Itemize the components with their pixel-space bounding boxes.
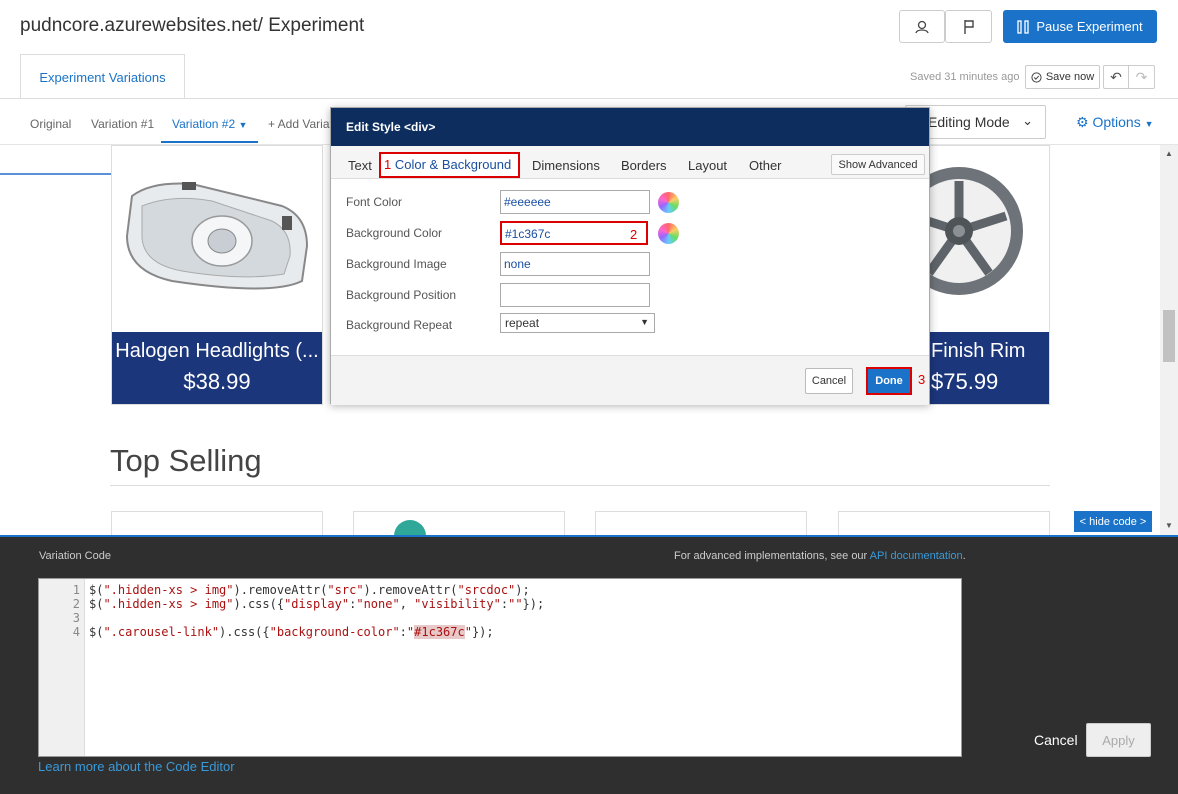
color-picker-icon[interactable] <box>658 223 679 244</box>
hide-code-button[interactable]: < hide code > <box>1074 511 1152 532</box>
variation-code-label: Variation Code <box>39 550 111 562</box>
line-number: 2 <box>72 597 80 611</box>
font-color-input[interactable]: #eeeeee <box>500 190 650 214</box>
selected-element-outline <box>0 145 118 175</box>
pause-experiment-button[interactable]: Pause Experiment <box>1003 10 1157 43</box>
flag-icon <box>963 19 974 34</box>
background-image-input[interactable]: none <box>500 252 650 276</box>
background-image-label: Background Image <box>346 257 447 271</box>
caret-down-icon: ▼ <box>640 317 649 327</box>
chevron-down-icon: ⌄ <box>1022 113 1033 128</box>
redo-icon: ↷ <box>1135 68 1148 85</box>
page-title: pudncore.azurewebsites.net/ Experiment <box>20 15 365 36</box>
show-advanced-button[interactable]: Show Advanced <box>831 154 925 175</box>
background-color-input[interactable]: #1c367c <box>500 221 648 245</box>
api-documentation-link[interactable]: API documentation <box>870 550 963 562</box>
tab-dimensions[interactable]: Dimensions <box>532 158 600 173</box>
tab-other[interactable]: Other <box>749 158 782 173</box>
product-band: Halogen Headlights (... $38.99 <box>112 332 322 404</box>
font-color-label: Font Color <box>346 195 403 209</box>
code-editor[interactable]: 1 2 3 4 $(".hidden-xs > img").removeAttr… <box>38 578 962 757</box>
options-label: Options <box>1092 114 1141 130</box>
tab-variation-1[interactable]: Variation #1 <box>91 117 154 131</box>
section-title: Top Selling <box>110 443 262 478</box>
code-line: $(".hidden-xs > img").css({"display":"no… <box>89 597 545 611</box>
learn-more-link[interactable]: Learn more about the Code Editor <box>38 759 235 774</box>
background-position-input[interactable] <box>500 283 650 307</box>
product-card[interactable] <box>838 511 1050 535</box>
collaborators-button[interactable] <box>899 10 945 43</box>
modal-footer: Cancel Done 3 <box>331 355 929 405</box>
api-note-suffix: . <box>962 550 966 562</box>
api-note: For advanced implementations, see our AP… <box>674 550 966 562</box>
tab-text[interactable]: Text <box>348 158 372 173</box>
caret-down-icon: ▼ <box>238 120 248 130</box>
save-now-button[interactable]: Save now <box>1025 65 1100 89</box>
tab-color-background[interactable]: 1 Color & Background <box>379 152 520 178</box>
line-number: 4 <box>72 625 80 639</box>
undo-icon: ↶ <box>1110 68 1122 85</box>
pause-icon <box>1017 19 1030 34</box>
product-card[interactable] <box>353 511 565 535</box>
background-repeat-label: Background Repeat <box>346 318 453 332</box>
saved-status: Saved 31 minutes ago <box>910 71 1020 83</box>
scroll-up-icon[interactable]: ▲ <box>1165 149 1173 158</box>
tab-experiment-variations[interactable]: Experiment Variations <box>20 54 185 99</box>
scrollbar-thumb[interactable] <box>1163 310 1175 362</box>
product-name: Halogen Headlights (... <box>115 340 319 362</box>
redo-button[interactable]: ↷ <box>1128 65 1155 89</box>
annotation-number: 3 <box>918 372 926 387</box>
line-number-gutter: 1 2 3 4 <box>39 579 85 756</box>
product-price: $38.99 <box>183 369 251 394</box>
code-panel: Variation Code For advanced implementati… <box>0 535 1178 794</box>
tab-color-background-label: Color & Background <box>394 157 512 172</box>
product-image <box>394 520 426 535</box>
headlight-image <box>125 182 309 290</box>
tab-variation-2-label: Variation #2 <box>172 117 236 131</box>
tab-original[interactable]: Original <box>30 117 71 131</box>
code-line: $(".hidden-xs > img").removeAttr("src").… <box>89 583 530 597</box>
background-repeat-select[interactable]: repeat ▼ <box>500 313 655 333</box>
edit-style-modal: Edit Style <div> Text 1 Color & Backgrou… <box>330 107 930 405</box>
save-now-label: Save now <box>1045 71 1095 83</box>
product-card[interactable]: Halogen Headlights (... $38.99 <box>111 145 323 405</box>
background-color-label: Background Color <box>346 226 443 240</box>
undo-button[interactable]: ↶ <box>1103 65 1129 89</box>
gear-icon: ⚙ <box>1076 114 1089 130</box>
tab-borders[interactable]: Borders <box>621 158 667 173</box>
modal-cancel-button[interactable]: Cancel <box>805 368 853 394</box>
annotation-number: 2 <box>630 227 638 242</box>
tab-layout[interactable]: Layout <box>688 158 727 173</box>
modal-title: Edit Style <div> <box>331 108 929 146</box>
apply-button[interactable]: Apply <box>1086 723 1151 757</box>
background-repeat-value: repeat <box>505 316 540 330</box>
code-cancel-button[interactable]: Cancel <box>1034 732 1078 748</box>
product-card[interactable] <box>595 511 807 535</box>
scroll-down-icon[interactable]: ▼ <box>1165 521 1173 530</box>
code-line: $(".carousel-link").css({"background-col… <box>89 625 494 639</box>
product-card[interactable] <box>111 511 323 535</box>
check-circle-icon <box>1031 71 1042 83</box>
users-icon <box>915 20 929 33</box>
active-tab-indicator <box>161 141 258 143</box>
done-button[interactable]: Done <box>866 367 912 395</box>
color-picker-icon[interactable] <box>658 192 679 213</box>
editing-mode-label: Editing Mode <box>928 114 1010 130</box>
goals-button[interactable] <box>945 10 992 43</box>
page-scrollbar[interactable]: ▲ ▼ <box>1160 145 1178 535</box>
header: pudncore.azurewebsites.net/ Experiment P… <box>0 0 1178 99</box>
pause-label: Pause Experiment <box>1036 19 1143 34</box>
caret-down-icon: ▼ <box>1144 119 1154 129</box>
line-number: 3 <box>72 611 80 625</box>
background-position-label: Background Position <box>346 288 457 302</box>
modal-tabs: Text 1 Color & Background Dimensions Bor… <box>331 146 929 179</box>
section-divider <box>110 485 1050 486</box>
annotation-number: 1 <box>384 157 392 172</box>
options-menu[interactable]: ⚙ Options ▼ <box>1076 114 1154 131</box>
api-note-text: For advanced implementations, see our <box>674 550 870 562</box>
line-number: 1 <box>72 583 80 597</box>
tab-variation-2[interactable]: Variation #2 ▼ <box>172 117 247 131</box>
